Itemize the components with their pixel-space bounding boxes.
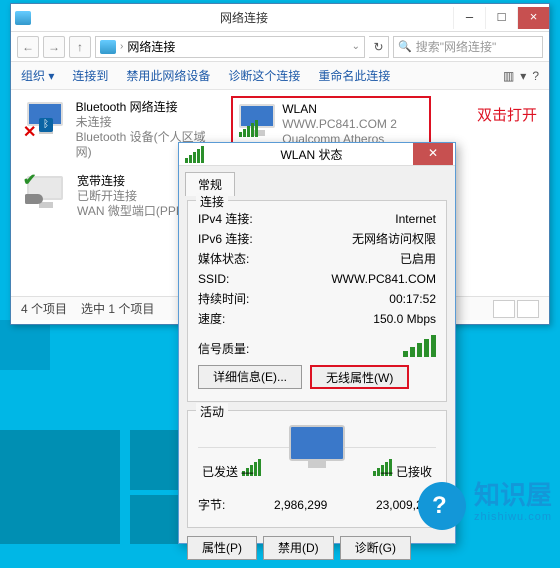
view-details-button[interactable] [493,300,515,318]
cmd-disable[interactable]: 禁用此网络设备 [126,67,210,84]
watermark-icon [418,482,466,530]
view-tiles-button[interactable] [517,300,539,318]
error-x-icon: ✕ [23,122,36,142]
view-icon[interactable]: ▥ [503,69,514,83]
signal-quality-label: 信号质量: [198,340,249,357]
search-input[interactable]: 🔍 搜索"网络连接" [393,36,543,58]
group-label: 连接 [196,193,228,210]
tab-strip: 常规 [179,166,455,196]
path-icon [100,40,116,54]
view-dropdown-icon[interactable]: ▾ [520,69,526,83]
connection-group: 连接 IPv4 连接:Internet IPv6 连接:无网络访问权限 媒体状态… [187,200,447,402]
monitor-icon: ✔ [25,174,69,210]
sent-label: 已发送 — [202,463,253,480]
checkmark-icon: ✔ [23,170,36,190]
dialog-close-button[interactable]: ✕ [413,143,453,165]
titlebar: 网络连接 – □ × [11,4,549,32]
search-icon: 🔍 [398,40,412,53]
wireless-properties-button[interactable]: 无线属性(W) [310,365,409,389]
search-placeholder: 搜索"网络连接" [416,38,497,55]
command-bar: 组织 ▾ 连接到 禁用此网络设备 诊断这个连接 重命名此连接 ▥ ▾ ? [11,62,549,90]
nav-back-button[interactable]: ← [17,36,39,58]
row-ipv4-value: Internet [395,209,436,229]
bluetooth-icon: ᛒ [39,118,53,132]
row-speed-label: 速度: [198,309,225,329]
monitor-icon: ✕ ᛒ [25,100,68,136]
chevron-down-icon[interactable]: ⌄ [352,41,360,52]
disable-button[interactable]: 禁用(D) [263,536,334,560]
watermark-url: zhishiwu.com [474,506,552,528]
group-label: 活动 [196,403,228,420]
row-ssid-label: SSID: [198,269,229,289]
row-media-label: 媒体状态: [198,249,249,269]
breadcrumb[interactable]: › 网络连接 ⌄ [95,36,365,58]
dialog-bottom-buttons: 属性(P) 禁用(D) 诊断(G) [179,532,455,568]
item-name: WLAN [282,102,425,117]
window-title: 网络连接 [35,9,453,26]
row-duration-label: 持续时间: [198,289,249,309]
help-icon[interactable]: ? [532,69,539,83]
item-status: 未连接 [76,115,217,130]
plug-icon [25,194,43,204]
diagnose-button[interactable]: 诊断(G) [340,536,411,560]
dialog-titlebar: WLAN 状态 ✕ [179,143,455,166]
chevron-right-icon: › [120,41,123,52]
dialog-title: WLAN 状态 [210,146,413,163]
row-ipv4-label: IPv4 连接: [198,209,253,229]
wifi-bars-icon [185,146,204,163]
breadcrumb-label: 网络连接 [127,38,175,55]
item-name: Bluetooth 网络连接 [76,100,217,115]
row-duration-value: 00:17:52 [389,289,436,309]
row-ipv6-label: IPv6 连接: [198,229,253,249]
signal-bars-icon [403,335,436,357]
monitor-icon [289,425,345,468]
minimize-button[interactable]: – [453,7,485,29]
row-speed-value: 150.0 Mbps [373,309,436,329]
address-bar: ← → ↑ › 网络连接 ⌄ ↻ 🔍 搜索"网络连接" [11,32,549,62]
cmd-rename[interactable]: 重命名此连接 [318,67,390,84]
window-icon [15,11,31,25]
nav-forward-button[interactable]: → [43,36,65,58]
cmd-connect[interactable]: 连接到 [72,67,108,84]
watermark: 知识屋 zhishiwu.com [418,482,552,530]
properties-button[interactable]: 属性(P) [187,536,257,560]
row-ipv6-value: 无网络访问权限 [352,229,436,249]
bytes-sent-value: 2,986,299 [225,495,376,515]
details-button[interactable]: 详细信息(E)... [198,365,302,389]
close-button[interactable]: × [517,7,549,29]
bytes-label: 字节: [198,495,225,515]
wlan-status-dialog: WLAN 状态 ✕ 常规 连接 IPv4 连接: Internet IPv6 连接… [178,142,456,544]
cmd-diagnose[interactable]: 诊断这个连接 [228,67,300,84]
item-status: WWW.PC841.COM 2 [282,117,425,132]
watermark-brand: 知识屋 [474,484,552,506]
recv-label: — 已接收 [381,463,432,480]
cmd-organize[interactable]: 组织 ▾ [21,67,54,84]
monitor-icon [237,102,274,138]
nav-up-button[interactable]: ↑ [69,36,91,58]
row-ssid-value: WWW.PC841.COM [331,269,436,289]
row-media-value: 已启用 [400,249,436,269]
status-selected-count: 选中 1 个项目 [81,300,154,317]
status-item-count: 4 个项目 [21,300,67,317]
maximize-button[interactable]: □ [485,7,517,29]
signal-bars-icon [239,120,258,137]
annotation-double-click: 双击打开 [477,104,537,125]
refresh-button[interactable]: ↻ [369,36,389,58]
activity-group: 活动 已发送 — — 已接收 字节: 2,986,299 23,009,219 [187,410,447,528]
